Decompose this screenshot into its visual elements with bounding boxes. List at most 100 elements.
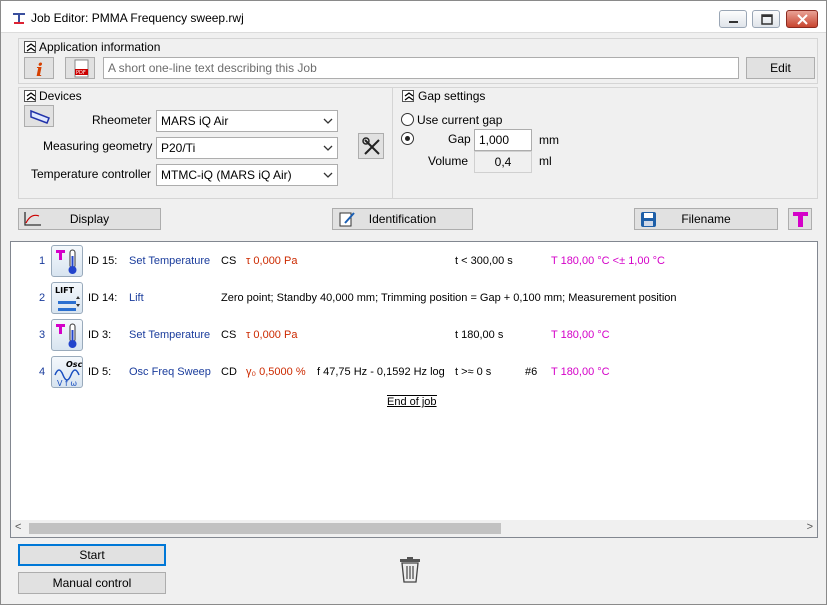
filename-label: Filename	[681, 212, 731, 226]
step-temperature: T 180,00 °C	[551, 329, 610, 341]
svg-text:V f ω: V f ω	[57, 379, 77, 388]
job-step-row[interactable]: 4 Osc V f ω ID 5: Osc Freq Sweep CD γ₀ 0,…	[11, 356, 817, 390]
svg-text:LIFT: LIFT	[55, 286, 75, 295]
step-time: t 180,00 s	[455, 329, 504, 341]
step-id: ID 15:	[88, 255, 118, 267]
temperature-tool-button[interactable]	[788, 208, 812, 230]
step-temperature: T 180,00 °C	[551, 366, 610, 378]
minimize-button[interactable]	[719, 10, 747, 28]
step-temperature: T 180,00 °C <± 1,00 °C	[551, 255, 666, 267]
step-time: t < 300,00 s	[455, 255, 513, 267]
step-number: 3	[39, 329, 46, 341]
scroll-left-icon[interactable]: <	[15, 521, 21, 533]
tools-button[interactable]	[358, 133, 384, 159]
display-button[interactable]: Display	[18, 208, 161, 230]
job-editor-window: Job Editor: PMMA Frequency sweep.rwj App…	[0, 0, 827, 605]
device-config-button[interactable]	[24, 105, 54, 127]
step-number: 4	[39, 366, 46, 378]
app-icon	[13, 13, 25, 24]
double-chevron-up-icon	[404, 92, 414, 101]
info-icon: i	[36, 60, 43, 80]
devices-collapse-toggle[interactable]	[24, 90, 36, 102]
title-bar: Job Editor: PMMA Frequency sweep.rwj	[1, 1, 826, 33]
gap-input[interactable]: 1,000	[474, 129, 532, 151]
info-button[interactable]: i	[24, 57, 54, 80]
pdf-button[interactable]: PDF	[65, 57, 95, 79]
chevron-down-icon	[323, 172, 333, 178]
step-name: Set Temperature	[129, 329, 211, 341]
trash-button[interactable]	[397, 556, 423, 584]
rheometer-select[interactable]: MARS iQ Air	[156, 110, 338, 132]
step-name: Osc Freq Sweep	[129, 366, 211, 378]
step-param: τ 0,000 Pa	[246, 255, 298, 267]
job-step-row[interactable]: 2 LIFT ID 14: Lift Zero point; Standby 4…	[11, 282, 817, 316]
trash-icon	[400, 557, 420, 583]
step-number: 2	[39, 292, 46, 304]
volume-unit: ml	[539, 154, 552, 168]
osc-sweep-icon: Osc V f ω	[51, 356, 83, 388]
edit-button[interactable]: Edit	[746, 57, 815, 79]
step-detail: Zero point; Standby 40,000 mm; Trimming …	[221, 292, 677, 304]
chevron-down-icon	[323, 145, 333, 151]
maximize-icon	[761, 14, 773, 25]
save-disk-icon	[641, 212, 656, 227]
gap-settings-panel: Gap settings Use current gap Gap 1,000 m…	[392, 88, 817, 198]
use-current-gap-label: Use current gap	[417, 113, 503, 127]
identification-button[interactable]: Identification	[332, 208, 473, 230]
double-chevron-up-icon	[26, 43, 36, 52]
maximize-button[interactable]	[752, 10, 780, 28]
horizontal-scrollbar[interactable]: < >	[11, 520, 817, 537]
close-button[interactable]	[786, 10, 818, 28]
devices-panel: Devices Rheometer MARS iQ Air Measuring …	[18, 87, 818, 199]
step-param: τ 0,000 Pa	[246, 329, 298, 341]
magenta-t-icon	[793, 212, 808, 227]
identification-label: Identification	[368, 212, 437, 226]
step-param: γ₀ 0,5000 %	[246, 366, 306, 378]
use-current-gap-radio[interactable]	[401, 113, 414, 126]
scroll-right-icon[interactable]: >	[807, 521, 813, 533]
step-mode: CS	[221, 255, 237, 267]
job-step-list[interactable]: 1 ID 15: Set Temperature CS τ 0,000 Pa t…	[10, 241, 818, 538]
gap-settings-header: Gap settings	[418, 89, 486, 103]
chevron-down-icon	[323, 118, 333, 124]
geometry-select[interactable]: P20/Ti	[156, 137, 338, 159]
svg-text:i: i	[36, 60, 43, 80]
step-mode: CD	[221, 366, 237, 378]
job-description-input[interactable]: A short one-line text describing this Jo…	[103, 57, 739, 79]
volume-value: 0,4	[474, 151, 532, 173]
rheometer-label: Rheometer	[92, 113, 152, 127]
measuring-plate-icon	[30, 109, 50, 124]
application-info-panel: Application information i PDF A short on…	[18, 38, 818, 84]
temperature-controller-label: Temperature controller	[31, 167, 152, 181]
pdf-icon: PDF	[74, 59, 89, 78]
step-count: #6	[525, 366, 538, 378]
chart-icon	[24, 212, 41, 226]
app-info-collapse-toggle[interactable]	[24, 41, 36, 53]
step-id: ID 5:	[88, 366, 112, 378]
job-step-row[interactable]: 3 ID 3: Set Temperature CS τ 0,000 Pa t …	[11, 319, 817, 353]
thermometer-icon	[51, 245, 83, 277]
display-label: Display	[69, 212, 110, 226]
set-gap-radio[interactable]	[401, 132, 414, 145]
gap-label: Gap	[448, 132, 471, 146]
rheometer-value: MARS iQ Air	[161, 114, 229, 128]
manual-control-button[interactable]: Manual control	[18, 572, 166, 594]
svg-text:Osc: Osc	[66, 360, 83, 369]
temperature-controller-select[interactable]: MTMC-iQ (MARS iQ Air)	[156, 164, 338, 186]
step-frequency: f 47,75 Hz - 0,1592 Hz log	[317, 366, 445, 378]
start-button[interactable]: Start	[18, 544, 166, 566]
geometry-value: P20/Ti	[161, 141, 196, 155]
lift-icon: LIFT	[51, 282, 83, 314]
scrollbar-thumb[interactable]	[29, 523, 501, 534]
step-mode: CS	[221, 329, 237, 341]
svg-text:PDF: PDF	[76, 70, 86, 76]
job-step-row[interactable]: 1 ID 15: Set Temperature CS τ 0,000 Pa t…	[11, 245, 817, 279]
thermometer-icon	[51, 319, 83, 351]
tools-icon	[362, 137, 380, 155]
temperature-controller-value: MTMC-iQ (MARS iQ Air)	[161, 168, 292, 182]
gap-collapse-toggle[interactable]	[402, 90, 414, 102]
filename-button[interactable]: Filename	[634, 208, 778, 230]
step-id: ID 14:	[88, 292, 118, 304]
end-of-job-marker: End of job	[387, 395, 437, 408]
step-time: t >≈ 0 s	[455, 366, 492, 378]
